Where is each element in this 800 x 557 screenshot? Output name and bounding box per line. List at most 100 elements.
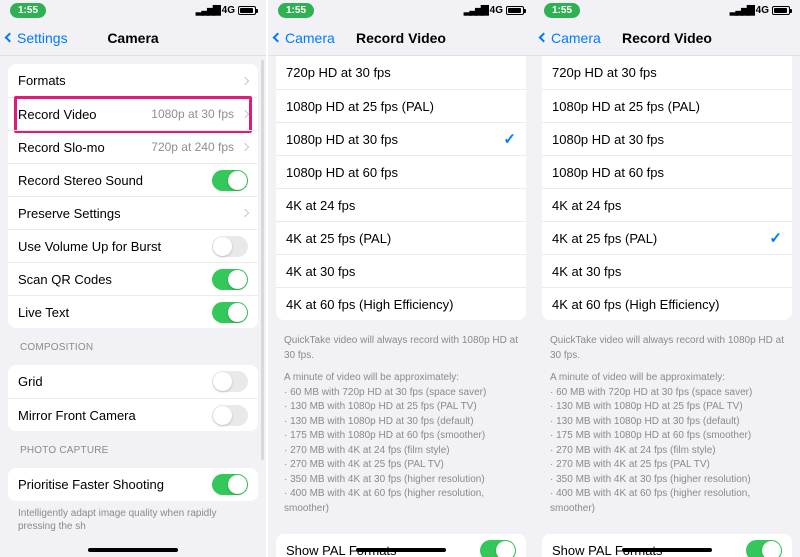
status-bar: 1:55 ▂▃▅▇ 4G — [0, 0, 266, 20]
row-label: Preserve Settings — [18, 206, 238, 221]
option-1080p-60[interactable]: 1080p HD at 60 fps — [276, 155, 526, 188]
status-signal: ▂▃▅▇ 4G — [196, 5, 256, 16]
row-show-pal[interactable]: Show PAL Formats — [542, 534, 792, 557]
nav-bar: Camera Record Video — [268, 20, 534, 56]
settings-group-composition: Grid Mirror Front Camera — [8, 365, 258, 431]
approx-list: 60 MB with 720p HD at 30 fps (space save… — [550, 386, 784, 517]
pane-record-video-a: 1:55 ▂▃▅▇ 4G Camera Record Video 720p HD… — [268, 0, 534, 557]
settings-list: Formats Record Video 1080p at 30 fps Rec… — [0, 56, 266, 533]
toggle-live-text[interactable] — [212, 302, 248, 323]
toggle-stereo[interactable] — [212, 170, 248, 191]
status-time: 1:55 — [544, 3, 580, 18]
approx-item: 400 MB with 4K at 60 fps (higher resolut… — [550, 487, 784, 516]
option-720p-30[interactable]: 720p HD at 30 fps — [276, 56, 526, 89]
approx-item: 130 MB with 1080p HD at 25 fps (PAL TV) — [550, 400, 784, 415]
battery-icon — [506, 6, 524, 15]
approx-item: 130 MB with 1080p HD at 30 fps (default) — [550, 415, 784, 430]
status-signal: ▂▃▅▇ 4G — [730, 5, 790, 16]
chevron-right-icon — [241, 209, 249, 217]
option-4k-25-pal[interactable]: 4K at 25 fps (PAL)✓ — [542, 221, 792, 254]
option-4k-60[interactable]: 4K at 60 fps (High Efficiency) — [542, 287, 792, 320]
row-preserve-settings[interactable]: Preserve Settings — [8, 196, 258, 229]
network-label: 4G — [490, 5, 503, 16]
toggle-mirror-front[interactable] — [212, 405, 248, 426]
option-4k-25-pal[interactable]: 4K at 25 fps (PAL) — [276, 221, 526, 254]
section-header-photo-capture: Photo Capture — [0, 445, 266, 460]
nav-bar: Settings Camera — [0, 20, 266, 56]
row-grid[interactable]: Grid — [8, 365, 258, 398]
option-4k-60[interactable]: 4K at 60 fps (High Efficiency) — [276, 287, 526, 320]
pane-record-video-b: 1:55 ▂▃▅▇ 4G Camera Record Video 720p HD… — [534, 0, 800, 557]
row-formats[interactable]: Formats — [8, 64, 258, 97]
toggle-grid[interactable] — [212, 371, 248, 392]
option-1080p-30[interactable]: 1080p HD at 30 fps✓ — [276, 122, 526, 155]
resolution-options: 720p HD at 30 fps 1080p HD at 25 fps (PA… — [542, 56, 792, 320]
back-label: Settings — [17, 30, 68, 46]
option-4k-30[interactable]: 4K at 30 fps — [276, 254, 526, 287]
option-1080p-25-pal[interactable]: 1080p HD at 25 fps (PAL) — [542, 89, 792, 122]
toggle-prioritise-faster[interactable] — [212, 474, 248, 495]
chevron-right-icon — [241, 76, 249, 84]
chevron-left-icon — [5, 33, 15, 43]
checkmark-icon: ✓ — [503, 130, 516, 148]
row-show-pal[interactable]: Show PAL Formats — [276, 534, 526, 557]
settings-group-photo: Prioritise Faster Shooting — [8, 468, 258, 501]
approx-item: 60 MB with 720p HD at 30 fps (space save… — [550, 386, 784, 401]
row-label: Record Stereo Sound — [18, 173, 212, 188]
option-4k-30[interactable]: 4K at 30 fps — [542, 254, 792, 287]
signal-bars-icon: ▂▃▅▇ — [730, 5, 753, 16]
row-label: Record Video — [18, 107, 151, 122]
row-label: Use Volume Up for Burst — [18, 239, 212, 254]
row-volume-burst[interactable]: Use Volume Up for Burst — [8, 229, 258, 262]
back-label: Camera — [285, 30, 335, 46]
nav-title: Camera — [107, 30, 158, 46]
option-1080p-60[interactable]: 1080p HD at 60 fps — [542, 155, 792, 188]
row-stereo-sound[interactable]: Record Stereo Sound — [8, 163, 258, 196]
back-button[interactable]: Camera — [540, 30, 601, 46]
approx-item: 270 MB with 4K at 25 fps (PAL TV) — [550, 458, 784, 473]
back-button[interactable]: Camera — [274, 30, 335, 46]
row-live-text[interactable]: Live Text — [8, 295, 258, 328]
row-label: Live Text — [18, 305, 212, 320]
row-detail: 720p at 240 fps — [151, 140, 234, 154]
row-scan-qr[interactable]: Scan QR Codes — [8, 262, 258, 295]
home-indicator[interactable] — [88, 548, 178, 552]
home-indicator[interactable] — [356, 548, 446, 552]
row-record-video[interactable]: Record Video 1080p at 30 fps — [8, 97, 258, 130]
option-720p-30[interactable]: 720p HD at 30 fps — [542, 56, 792, 89]
chevron-right-icon — [241, 110, 249, 118]
back-button[interactable]: Settings — [6, 30, 68, 46]
nav-title: Record Video — [356, 30, 446, 46]
pane-camera-settings: 1:55 ▂▃▅▇ 4G Settings Camera Formats Rec… — [0, 0, 268, 557]
option-1080p-25-pal[interactable]: 1080p HD at 25 fps (PAL) — [276, 89, 526, 122]
record-video-list: 720p HD at 30 fps 1080p HD at 25 fps (PA… — [268, 56, 534, 557]
row-prioritise-faster[interactable]: Prioritise Faster Shooting — [8, 468, 258, 501]
approx-lead: A minute of video will be approximately: — [550, 371, 784, 386]
row-record-slomo[interactable]: Record Slo-mo 720p at 240 fps — [8, 130, 258, 163]
toggle-show-pal[interactable] — [746, 540, 782, 557]
toggle-scan-qr[interactable] — [212, 269, 248, 290]
row-mirror-front[interactable]: Mirror Front Camera — [8, 398, 258, 431]
resolution-options: 720p HD at 30 fps 1080p HD at 25 fps (PA… — [276, 56, 526, 320]
status-bar: 1:55 ▂▃▅▇ 4G — [268, 0, 534, 20]
approx-item: 270 MB with 4K at 25 fps (PAL TV) — [284, 458, 518, 473]
option-4k-24[interactable]: 4K at 24 fps — [276, 188, 526, 221]
toggle-show-pal[interactable] — [480, 540, 516, 557]
approx-item: 175 MB with 1080p HD at 60 fps (smoother… — [550, 429, 784, 444]
row-detail: 1080p at 30 fps — [151, 107, 234, 121]
option-1080p-30[interactable]: 1080p HD at 30 fps — [542, 122, 792, 155]
toggle-volume-burst[interactable] — [212, 236, 248, 257]
chevron-left-icon — [273, 33, 283, 43]
home-indicator[interactable] — [622, 548, 712, 552]
approx-item: 350 MB with 4K at 30 fps (higher resolut… — [284, 473, 518, 488]
signal-bars-icon: ▂▃▅▇ — [196, 5, 219, 16]
chevron-left-icon — [539, 33, 549, 43]
approx-item: 270 MB with 4K at 24 fps (film style) — [550, 444, 784, 459]
approx-item: 270 MB with 4K at 24 fps (film style) — [284, 444, 518, 459]
checkmark-icon: ✓ — [769, 229, 782, 247]
status-signal: ▂▃▅▇ 4G — [464, 5, 524, 16]
chevron-right-icon — [241, 143, 249, 151]
option-4k-24[interactable]: 4K at 24 fps — [542, 188, 792, 221]
row-label: Grid — [18, 374, 212, 389]
signal-bars-icon: ▂▃▅▇ — [464, 5, 487, 16]
